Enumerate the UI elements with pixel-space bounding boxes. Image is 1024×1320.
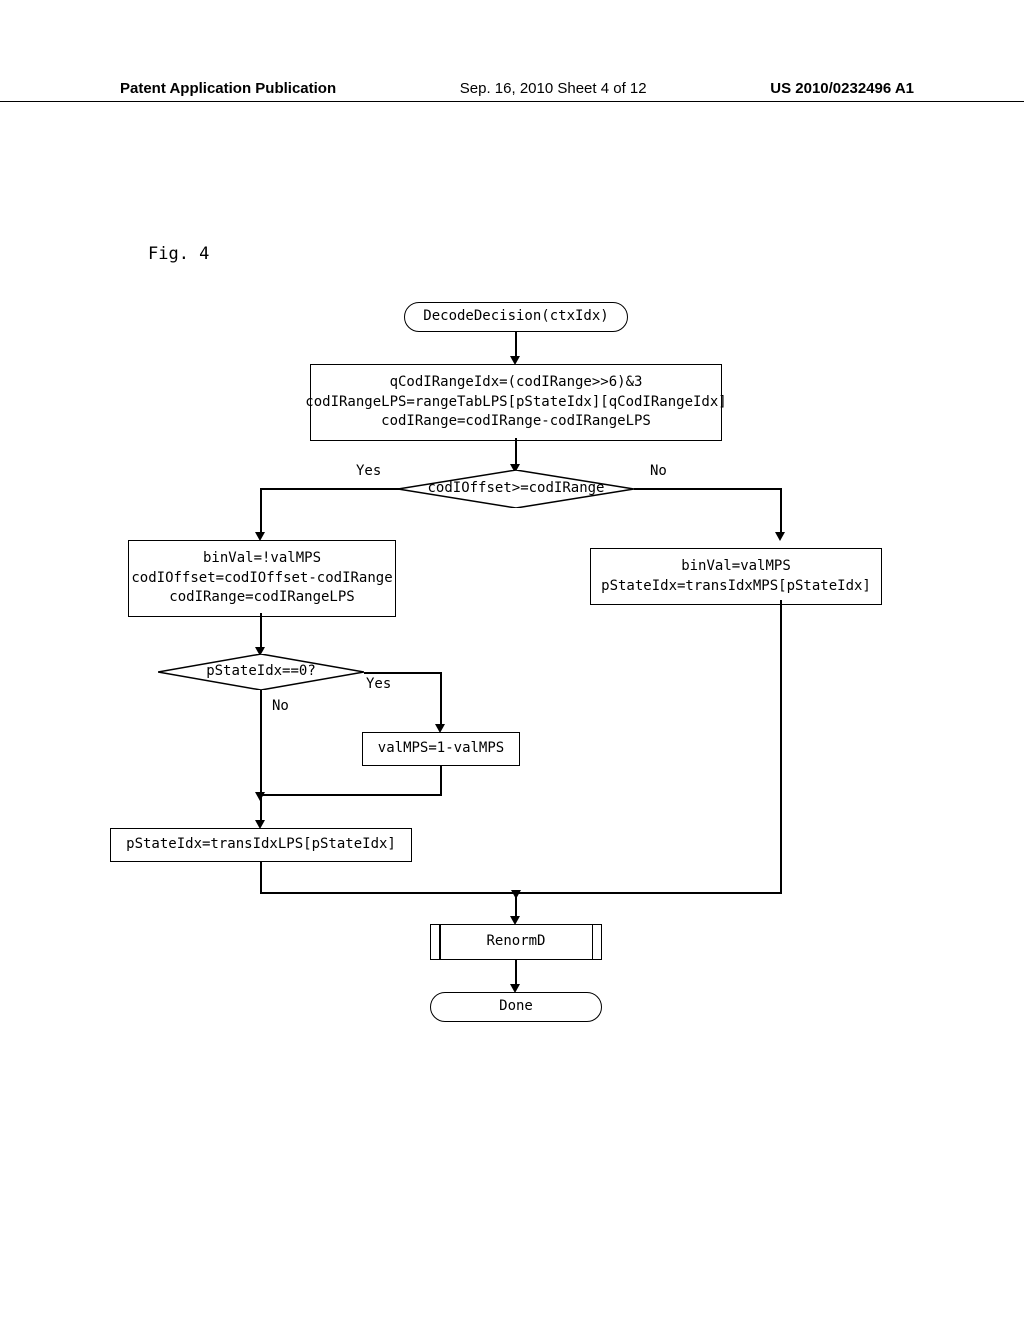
arrow <box>260 862 262 892</box>
decision-pstate-zero: pStateIdx==0? <box>158 654 364 690</box>
arrow <box>780 488 782 536</box>
arrow <box>260 488 262 536</box>
flip-valmps-process: valMPS=1-valMPS <box>362 732 520 766</box>
arrow <box>260 613 262 651</box>
header-left: Patent Application Publication <box>120 80 336 97</box>
translps-text: pStateIdx=transIdxLPS[pStateIdx] <box>126 835 396 855</box>
arrow <box>260 794 442 796</box>
arrow <box>260 488 400 490</box>
arrow <box>516 892 782 894</box>
renorm-text: RenormD <box>486 932 545 952</box>
decision2-no-label: No <box>272 698 289 714</box>
decision2-text: pStateIdx==0? <box>206 662 316 682</box>
mps-process: binVal=valMPS pStateIdx=transIdxMPS[pSta… <box>590 548 882 605</box>
page-header: Patent Application Publication Sep. 16, … <box>0 80 1024 102</box>
init-text: qCodIRangeIdx=(codIRange>>6)&3 codIRange… <box>305 373 726 432</box>
arrowhead-icon <box>775 532 785 541</box>
decision-offset-ge-range: codIOffset>=codIRange <box>398 470 634 508</box>
done-terminal: Done <box>430 992 602 1022</box>
decision2-yes-label: Yes <box>366 676 391 692</box>
arrowhead-icon <box>255 792 265 801</box>
arrow <box>780 600 782 892</box>
lps-text: binVal=!valMPS codIOffset=codIOffset-cod… <box>131 549 392 608</box>
arrow <box>440 766 442 794</box>
lps-process: binVal=!valMPS codIOffset=codIOffset-cod… <box>128 540 396 617</box>
transidxlps-process: pStateIdx=transIdxLPS[pStateIdx] <box>110 828 412 862</box>
arrow <box>634 488 780 490</box>
mps-text: binVal=valMPS pStateIdx=transIdxMPS[pSta… <box>601 557 871 596</box>
flowchart: DecodeDecision(ctxIdx) qCodIRangeIdx=(co… <box>140 290 890 1140</box>
decision1-no-label: No <box>650 463 667 479</box>
done-text: Done <box>499 997 533 1017</box>
flip-text: valMPS=1-valMPS <box>378 739 504 759</box>
header-right: US 2010/0232496 A1 <box>770 80 914 97</box>
arrow <box>364 672 440 674</box>
header-mid: Sep. 16, 2010 Sheet 4 of 12 <box>460 80 647 97</box>
arrow <box>440 672 442 728</box>
init-process: qCodIRangeIdx=(codIRange>>6)&3 codIRange… <box>310 364 722 441</box>
start-text: DecodeDecision(ctxIdx) <box>423 307 608 327</box>
start-terminal: DecodeDecision(ctxIdx) <box>404 302 628 332</box>
decision1-text: codIOffset>=codIRange <box>427 479 604 499</box>
renormd-subroutine: RenormD <box>430 924 602 960</box>
figure-label: Fig. 4 <box>148 244 209 264</box>
arrow <box>260 690 262 806</box>
arrow <box>260 892 516 894</box>
decision1-yes-label: Yes <box>356 463 381 479</box>
